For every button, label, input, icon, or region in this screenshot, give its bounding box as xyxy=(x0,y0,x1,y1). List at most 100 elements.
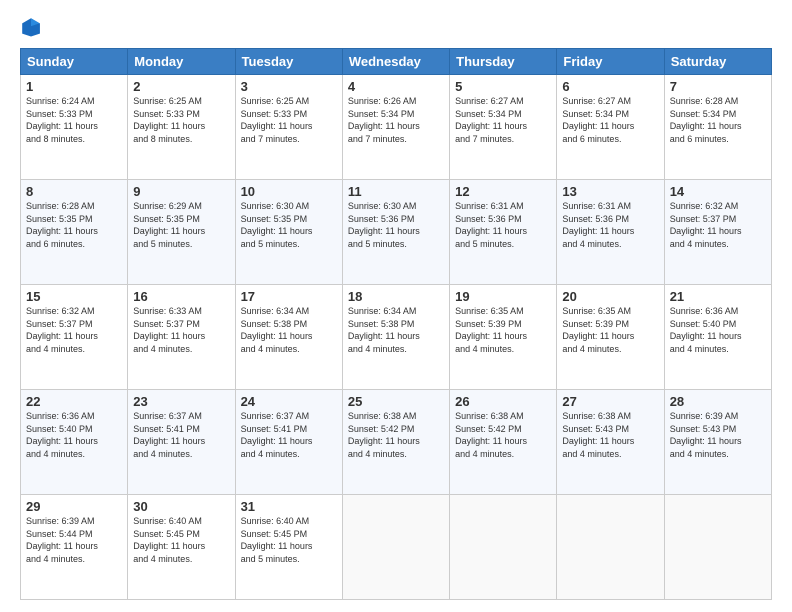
day-info: Sunrise: 6:40 AM Sunset: 5:45 PM Dayligh… xyxy=(241,515,337,565)
calendar-cell: 17Sunrise: 6:34 AM Sunset: 5:38 PM Dayli… xyxy=(235,285,342,390)
calendar-week-5: 29Sunrise: 6:39 AM Sunset: 5:44 PM Dayli… xyxy=(21,495,772,600)
day-info: Sunrise: 6:37 AM Sunset: 5:41 PM Dayligh… xyxy=(133,410,229,460)
calendar-cell: 18Sunrise: 6:34 AM Sunset: 5:38 PM Dayli… xyxy=(342,285,449,390)
calendar-cell xyxy=(450,495,557,600)
calendar-cell: 9Sunrise: 6:29 AM Sunset: 5:35 PM Daylig… xyxy=(128,180,235,285)
calendar-header-monday: Monday xyxy=(128,49,235,75)
calendar-cell: 25Sunrise: 6:38 AM Sunset: 5:42 PM Dayli… xyxy=(342,390,449,495)
calendar-cell: 28Sunrise: 6:39 AM Sunset: 5:43 PM Dayli… xyxy=(664,390,771,495)
calendar-cell xyxy=(342,495,449,600)
calendar-cell: 1Sunrise: 6:24 AM Sunset: 5:33 PM Daylig… xyxy=(21,75,128,180)
day-number: 7 xyxy=(670,79,766,94)
calendar-cell: 16Sunrise: 6:33 AM Sunset: 5:37 PM Dayli… xyxy=(128,285,235,390)
day-info: Sunrise: 6:32 AM Sunset: 5:37 PM Dayligh… xyxy=(670,200,766,250)
day-number: 24 xyxy=(241,394,337,409)
day-info: Sunrise: 6:34 AM Sunset: 5:38 PM Dayligh… xyxy=(348,305,444,355)
calendar-cell: 3Sunrise: 6:25 AM Sunset: 5:33 PM Daylig… xyxy=(235,75,342,180)
day-info: Sunrise: 6:30 AM Sunset: 5:35 PM Dayligh… xyxy=(241,200,337,250)
calendar-cell: 4Sunrise: 6:26 AM Sunset: 5:34 PM Daylig… xyxy=(342,75,449,180)
day-number: 29 xyxy=(26,499,122,514)
day-info: Sunrise: 6:28 AM Sunset: 5:35 PM Dayligh… xyxy=(26,200,122,250)
day-number: 6 xyxy=(562,79,658,94)
logo xyxy=(20,16,44,38)
calendar-week-1: 1Sunrise: 6:24 AM Sunset: 5:33 PM Daylig… xyxy=(21,75,772,180)
day-info: Sunrise: 6:25 AM Sunset: 5:33 PM Dayligh… xyxy=(133,95,229,145)
calendar-week-4: 22Sunrise: 6:36 AM Sunset: 5:40 PM Dayli… xyxy=(21,390,772,495)
calendar-cell: 2Sunrise: 6:25 AM Sunset: 5:33 PM Daylig… xyxy=(128,75,235,180)
calendar-week-2: 8Sunrise: 6:28 AM Sunset: 5:35 PM Daylig… xyxy=(21,180,772,285)
logo-icon xyxy=(20,16,42,38)
page: SundayMondayTuesdayWednesdayThursdayFrid… xyxy=(0,0,792,612)
day-info: Sunrise: 6:31 AM Sunset: 5:36 PM Dayligh… xyxy=(562,200,658,250)
day-number: 22 xyxy=(26,394,122,409)
day-info: Sunrise: 6:29 AM Sunset: 5:35 PM Dayligh… xyxy=(133,200,229,250)
day-info: Sunrise: 6:38 AM Sunset: 5:43 PM Dayligh… xyxy=(562,410,658,460)
calendar-cell: 31Sunrise: 6:40 AM Sunset: 5:45 PM Dayli… xyxy=(235,495,342,600)
day-number: 11 xyxy=(348,184,444,199)
day-number: 4 xyxy=(348,79,444,94)
calendar-cell: 27Sunrise: 6:38 AM Sunset: 5:43 PM Dayli… xyxy=(557,390,664,495)
day-info: Sunrise: 6:25 AM Sunset: 5:33 PM Dayligh… xyxy=(241,95,337,145)
day-info: Sunrise: 6:39 AM Sunset: 5:44 PM Dayligh… xyxy=(26,515,122,565)
day-number: 3 xyxy=(241,79,337,94)
day-info: Sunrise: 6:24 AM Sunset: 5:33 PM Dayligh… xyxy=(26,95,122,145)
calendar-cell: 11Sunrise: 6:30 AM Sunset: 5:36 PM Dayli… xyxy=(342,180,449,285)
day-number: 5 xyxy=(455,79,551,94)
calendar-cell: 22Sunrise: 6:36 AM Sunset: 5:40 PM Dayli… xyxy=(21,390,128,495)
day-info: Sunrise: 6:30 AM Sunset: 5:36 PM Dayligh… xyxy=(348,200,444,250)
day-number: 19 xyxy=(455,289,551,304)
calendar-cell: 10Sunrise: 6:30 AM Sunset: 5:35 PM Dayli… xyxy=(235,180,342,285)
day-number: 17 xyxy=(241,289,337,304)
day-info: Sunrise: 6:37 AM Sunset: 5:41 PM Dayligh… xyxy=(241,410,337,460)
calendar-header-wednesday: Wednesday xyxy=(342,49,449,75)
day-number: 2 xyxy=(133,79,229,94)
day-info: Sunrise: 6:31 AM Sunset: 5:36 PM Dayligh… xyxy=(455,200,551,250)
calendar-week-3: 15Sunrise: 6:32 AM Sunset: 5:37 PM Dayli… xyxy=(21,285,772,390)
day-number: 16 xyxy=(133,289,229,304)
calendar-cell: 19Sunrise: 6:35 AM Sunset: 5:39 PM Dayli… xyxy=(450,285,557,390)
calendar-cell: 20Sunrise: 6:35 AM Sunset: 5:39 PM Dayli… xyxy=(557,285,664,390)
day-info: Sunrise: 6:33 AM Sunset: 5:37 PM Dayligh… xyxy=(133,305,229,355)
day-info: Sunrise: 6:39 AM Sunset: 5:43 PM Dayligh… xyxy=(670,410,766,460)
calendar-cell: 13Sunrise: 6:31 AM Sunset: 5:36 PM Dayli… xyxy=(557,180,664,285)
day-number: 23 xyxy=(133,394,229,409)
calendar-header-tuesday: Tuesday xyxy=(235,49,342,75)
calendar-cell: 29Sunrise: 6:39 AM Sunset: 5:44 PM Dayli… xyxy=(21,495,128,600)
day-info: Sunrise: 6:38 AM Sunset: 5:42 PM Dayligh… xyxy=(455,410,551,460)
calendar-cell: 7Sunrise: 6:28 AM Sunset: 5:34 PM Daylig… xyxy=(664,75,771,180)
day-info: Sunrise: 6:27 AM Sunset: 5:34 PM Dayligh… xyxy=(562,95,658,145)
calendar-cell: 21Sunrise: 6:36 AM Sunset: 5:40 PM Dayli… xyxy=(664,285,771,390)
day-number: 8 xyxy=(26,184,122,199)
day-number: 9 xyxy=(133,184,229,199)
calendar-header-row: SundayMondayTuesdayWednesdayThursdayFrid… xyxy=(21,49,772,75)
calendar-cell xyxy=(557,495,664,600)
day-number: 27 xyxy=(562,394,658,409)
calendar-cell xyxy=(664,495,771,600)
day-info: Sunrise: 6:32 AM Sunset: 5:37 PM Dayligh… xyxy=(26,305,122,355)
day-info: Sunrise: 6:36 AM Sunset: 5:40 PM Dayligh… xyxy=(670,305,766,355)
day-number: 31 xyxy=(241,499,337,514)
day-info: Sunrise: 6:34 AM Sunset: 5:38 PM Dayligh… xyxy=(241,305,337,355)
calendar-cell: 30Sunrise: 6:40 AM Sunset: 5:45 PM Dayli… xyxy=(128,495,235,600)
day-info: Sunrise: 6:28 AM Sunset: 5:34 PM Dayligh… xyxy=(670,95,766,145)
calendar-header-friday: Friday xyxy=(557,49,664,75)
calendar-header-saturday: Saturday xyxy=(664,49,771,75)
day-number: 1 xyxy=(26,79,122,94)
day-number: 14 xyxy=(670,184,766,199)
day-info: Sunrise: 6:35 AM Sunset: 5:39 PM Dayligh… xyxy=(562,305,658,355)
day-number: 12 xyxy=(455,184,551,199)
day-info: Sunrise: 6:40 AM Sunset: 5:45 PM Dayligh… xyxy=(133,515,229,565)
calendar-cell: 23Sunrise: 6:37 AM Sunset: 5:41 PM Dayli… xyxy=(128,390,235,495)
calendar-cell: 15Sunrise: 6:32 AM Sunset: 5:37 PM Dayli… xyxy=(21,285,128,390)
day-number: 15 xyxy=(26,289,122,304)
calendar-cell: 12Sunrise: 6:31 AM Sunset: 5:36 PM Dayli… xyxy=(450,180,557,285)
calendar-cell: 5Sunrise: 6:27 AM Sunset: 5:34 PM Daylig… xyxy=(450,75,557,180)
day-info: Sunrise: 6:38 AM Sunset: 5:42 PM Dayligh… xyxy=(348,410,444,460)
day-info: Sunrise: 6:26 AM Sunset: 5:34 PM Dayligh… xyxy=(348,95,444,145)
day-number: 28 xyxy=(670,394,766,409)
day-info: Sunrise: 6:36 AM Sunset: 5:40 PM Dayligh… xyxy=(26,410,122,460)
calendar-cell: 8Sunrise: 6:28 AM Sunset: 5:35 PM Daylig… xyxy=(21,180,128,285)
calendar-header-sunday: Sunday xyxy=(21,49,128,75)
day-info: Sunrise: 6:35 AM Sunset: 5:39 PM Dayligh… xyxy=(455,305,551,355)
calendar-cell: 6Sunrise: 6:27 AM Sunset: 5:34 PM Daylig… xyxy=(557,75,664,180)
